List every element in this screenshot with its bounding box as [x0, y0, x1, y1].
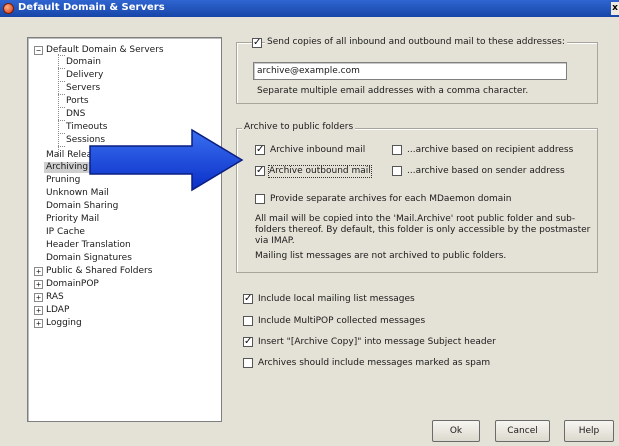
expand-icon[interactable]: + — [34, 280, 43, 289]
send-copies-checkbox[interactable]: ✓ — [252, 38, 262, 48]
archive-by-recipient-checkbox[interactable] — [392, 145, 402, 155]
tree-item-servers[interactable]: Servers — [66, 83, 100, 94]
archive-outbound-checkbox[interactable]: ✓ — [255, 166, 265, 176]
insert-archive-copy-label: Insert "[Archive Copy]" into message Sub… — [258, 337, 496, 347]
separate-archives-label: Provide separate archives for each MDaem… — [270, 194, 512, 204]
include-multipop-checkbox[interactable] — [243, 316, 253, 326]
tree-line — [58, 81, 65, 82]
insert-archive-copy-checkbox[interactable]: ✓ — [243, 337, 253, 347]
tree-line — [58, 94, 65, 95]
tree-item-archiving[interactable]: Archiving — [44, 162, 91, 173]
include-spam-checkbox[interactable] — [243, 358, 253, 368]
archive-address-input[interactable]: archive@example.com — [253, 62, 567, 80]
archive-by-sender-label: ...archive based on sender address — [407, 166, 565, 176]
tree-item-ldap[interactable]: LDAP — [46, 305, 69, 316]
expand-icon[interactable]: + — [34, 293, 43, 302]
tree-item-ras[interactable]: RAS — [46, 292, 64, 303]
tree-item-header-translation[interactable]: Header Translation — [46, 240, 131, 251]
archive-info-text: All mail will be copied into the 'Mail.A… — [255, 214, 591, 246]
expand-icon[interactable]: + — [34, 267, 43, 276]
tree-line — [58, 68, 65, 69]
tree-item-domainpop[interactable]: DomainPOP — [46, 279, 99, 290]
tree-item-domain[interactable]: Domain — [66, 57, 101, 68]
tree-line — [58, 133, 65, 134]
help-button[interactable]: Help — [564, 420, 614, 442]
tree-item-ports[interactable]: Ports — [66, 96, 89, 107]
app-icon — [3, 3, 14, 14]
address-hint: Separate multiple email addresses with a… — [257, 86, 529, 96]
include-local-lists-checkbox[interactable]: ✓ — [243, 294, 253, 304]
separate-archives-checkbox[interactable] — [255, 194, 265, 204]
title-bar: Default Domain & Servers x — [0, 0, 619, 17]
tree-item-pruning[interactable]: Pruning — [46, 175, 80, 186]
expand-icon[interactable]: + — [34, 306, 43, 315]
window-title: Default Domain & Servers — [18, 2, 165, 13]
tree-line — [58, 146, 65, 147]
tree-item-domain-signatures[interactable]: Domain Signatures — [46, 253, 132, 264]
archive-by-recipient-label: ...archive based on recipient address — [407, 145, 574, 155]
dialog-window: Default Domain & Servers x − Default Dom… — [0, 0, 619, 446]
archive-outbound-label: Archive outbound mail — [268, 165, 372, 178]
archive-inbound-checkbox[interactable]: ✓ — [255, 145, 265, 155]
ok-button[interactable]: Ok — [432, 420, 480, 442]
close-button[interactable]: x — [611, 2, 619, 15]
tree-item-domain-sharing[interactable]: Domain Sharing — [46, 201, 118, 212]
include-spam-label: Archives should include messages marked … — [258, 358, 491, 368]
tree-item-priority-mail[interactable]: Priority Mail — [46, 214, 99, 225]
send-copies-label: Send copies of all inbound and outbound … — [265, 37, 567, 47]
tree-line — [58, 54, 59, 156]
tree-line — [58, 107, 65, 108]
tree-item-public-shared-folders[interactable]: Public & Shared Folders — [46, 266, 152, 277]
cancel-button[interactable]: Cancel — [495, 420, 550, 442]
include-multipop-label: Include MultiPOP collected messages — [258, 316, 426, 326]
blue-arrow-icon — [89, 128, 244, 192]
navigation-tree[interactable]: − Default Domain & Servers Domain Delive… — [27, 37, 222, 422]
tree-item-ip-cache[interactable]: IP Cache — [46, 227, 85, 238]
collapse-icon[interactable]: − — [34, 46, 43, 55]
tree-item-default-domain[interactable]: Default Domain & Servers — [46, 45, 164, 56]
tree-line — [58, 120, 65, 121]
expand-icon[interactable]: + — [34, 319, 43, 328]
archive-public-legend: Archive to public folders — [242, 122, 356, 132]
mailing-list-note: Mailing list messages are not archived t… — [255, 251, 507, 261]
include-local-lists-label: Include local mailing list messages — [258, 294, 415, 304]
archive-inbound-label: Archive inbound mail — [270, 145, 366, 155]
tree-item-logging[interactable]: Logging — [46, 318, 82, 329]
archive-by-sender-checkbox[interactable] — [392, 166, 402, 176]
tree-item-delivery[interactable]: Delivery — [66, 70, 103, 81]
tree-item-dns[interactable]: DNS — [66, 109, 85, 120]
